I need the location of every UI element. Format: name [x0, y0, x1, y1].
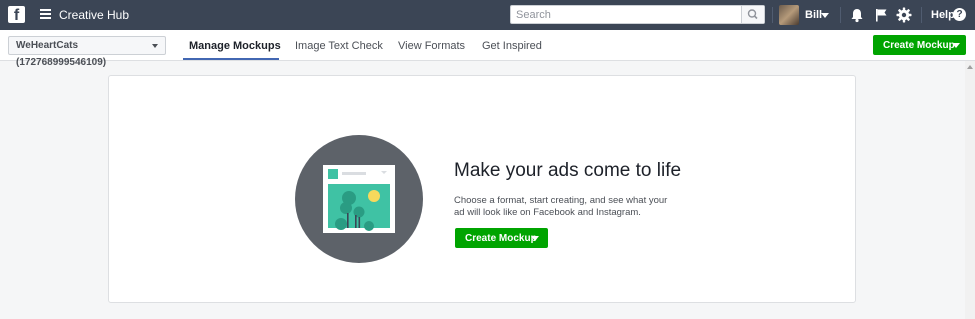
divider — [921, 7, 922, 23]
empty-state-description: Choose a format, start creating, and see… — [454, 195, 668, 218]
user-name[interactable]: Bill — [805, 9, 822, 21]
chevron-down-icon — [952, 43, 960, 48]
facebook-logo-icon[interactable]: f — [8, 6, 25, 23]
tab-view-formats[interactable]: View Formats — [398, 40, 465, 52]
search-box — [510, 5, 765, 24]
tab-image-text-check[interactable]: Image Text Check — [295, 40, 383, 52]
hamburger-menu-icon[interactable] — [40, 9, 51, 20]
chevron-down-icon — [531, 236, 539, 241]
search-icon — [747, 9, 758, 20]
help-link[interactable]: Help — [931, 9, 955, 21]
create-mockup-button-main[interactable]: Create Mockup — [455, 228, 548, 248]
ad-preview-illustration — [295, 135, 423, 263]
create-mockup-button-header[interactable]: Create Mockup — [873, 35, 966, 55]
scroll-up-arrow-icon[interactable] — [967, 64, 973, 70]
search-input[interactable] — [516, 8, 741, 22]
active-tab-indicator — [183, 58, 279, 60]
search-button[interactable] — [741, 6, 764, 23]
account-selector[interactable]: WeHeartCats (172768999546109) — [8, 36, 166, 68]
avatar[interactable] — [779, 5, 799, 25]
tab-manage-mockups[interactable]: Manage Mockups — [189, 40, 281, 52]
flag-icon[interactable] — [873, 7, 889, 23]
scrollbar[interactable] — [965, 61, 975, 319]
bell-icon[interactable] — [849, 7, 865, 23]
question-circle-icon[interactable]: ? — [953, 8, 966, 21]
chevron-down-icon — [152, 44, 158, 48]
top-bar: f Creative Hub Bill Help ? — [0, 0, 975, 30]
create-mockup-label: Create Mockup — [465, 233, 537, 244]
empty-state-headline: Make your ads come to life — [454, 160, 682, 181]
gear-icon[interactable] — [896, 7, 912, 23]
create-mockup-label: Create Mockup — [883, 40, 955, 51]
empty-state-card: Make your ads come to life Choose a form… — [108, 75, 856, 303]
sub-nav: WeHeartCats (172768999546109) Manage Moc… — [0, 30, 975, 68]
app-title: Creative Hub — [59, 8, 130, 22]
tab-get-inspired[interactable]: Get Inspired — [482, 40, 542, 52]
divider — [840, 7, 841, 23]
account-label: WeHeartCats (172768999546109) — [16, 40, 107, 68]
divider — [772, 7, 773, 23]
user-menu-chevron-down-icon[interactable] — [821, 13, 829, 18]
